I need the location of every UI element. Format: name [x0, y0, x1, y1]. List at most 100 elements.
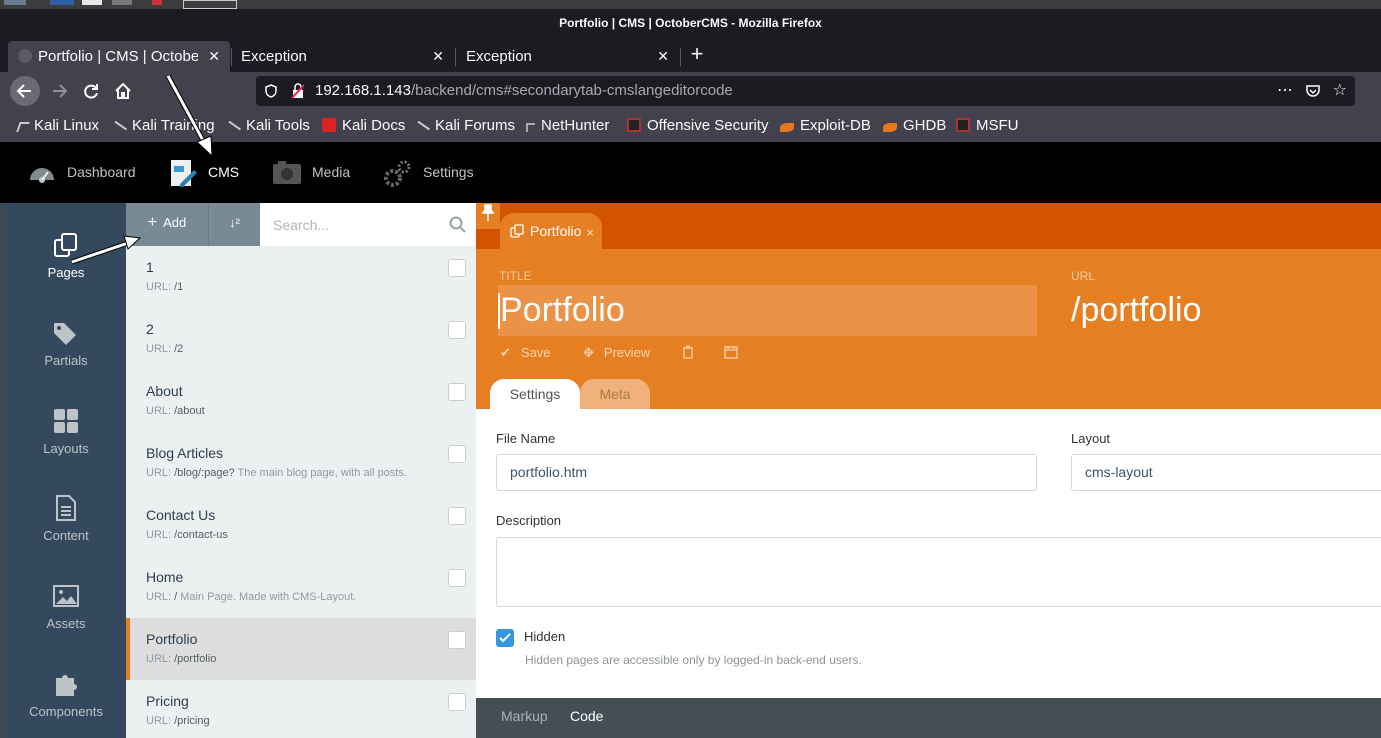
forward-arrow-icon — [53, 84, 68, 98]
delete-button[interactable] — [682, 345, 694, 362]
bookmark-label: Kali Tools — [246, 117, 310, 134]
nav-label: Media — [312, 164, 351, 180]
page-checkbox[interactable] — [448, 693, 466, 711]
list-item[interactable]: 2 URL: /2 — [126, 308, 476, 370]
sidebar-item-layouts[interactable]: Layouts — [6, 407, 126, 495]
nav-label: CMS — [208, 164, 240, 180]
search-input[interactable] — [260, 203, 440, 246]
page-checkbox[interactable] — [448, 507, 466, 525]
bookmark-nethunter[interactable]: NetHunter — [526, 110, 609, 142]
crosshair-icon: ✥ — [583, 345, 594, 360]
layout-select[interactable]: cms-layout — [1071, 454, 1381, 491]
schedule-button[interactable] — [724, 345, 738, 362]
file-name-field[interactable]: portfolio.htm — [496, 454, 1037, 491]
page-title: 1 — [146, 259, 154, 275]
pin-icon[interactable] — [476, 203, 500, 229]
page-checkbox[interactable] — [448, 445, 466, 463]
url-host: 192.168.1.143 — [315, 82, 411, 99]
bookmark-label: Kali Docs — [342, 117, 406, 134]
bookmark-kali-training[interactable]: Kali Training — [110, 110, 215, 142]
back-button[interactable] — [10, 76, 40, 106]
bookmarks-toolbar: Kali Linux Kali Training Kali Tools Kali… — [0, 110, 1381, 142]
bookmark-msfu[interactable]: MSFU — [956, 110, 1019, 142]
page-title: 2 — [146, 321, 154, 337]
editor-tab-portfolio[interactable]: Portfolio × — [500, 213, 602, 249]
bookmark-kali-forums[interactable]: Kali Forums — [413, 110, 516, 142]
sidebar-item-components[interactable]: Components — [6, 670, 126, 738]
tab-code[interactable]: Code — [570, 698, 603, 738]
browser-tab-portfolio[interactable]: Portfolio | CMS | October ✕ — [8, 41, 230, 72]
plus-icon: + — [147, 214, 158, 231]
settings-gears-icon — [384, 160, 411, 188]
bookmark-kali-linux[interactable]: Kali Linux — [16, 110, 99, 142]
page-checkbox[interactable] — [448, 569, 466, 587]
browser-tab-exception-1[interactable]: Exception ✕ — [231, 41, 454, 72]
bookmark-kali-docs[interactable]: Kali Docs — [322, 110, 405, 142]
sort-button[interactable]: ↓² — [208, 203, 260, 246]
sidebar-item-content[interactable]: Content — [6, 494, 126, 582]
sidebar-label: Partials — [44, 353, 88, 368]
page-editor: Portfolio × TITLE URL Portfolio /portfol… — [476, 203, 1381, 738]
list-item[interactable]: Home URL: / Main Page. Made with CMS-Lay… — [126, 556, 476, 618]
page-checkbox[interactable] — [448, 631, 466, 649]
cms-sidebar: Pages Partials Layouts Content Assets Co… — [6, 203, 126, 738]
home-button[interactable] — [108, 76, 138, 106]
back-arrow-icon — [16, 84, 31, 98]
list-item[interactable]: Blog Articles URL: /blog/:page? The main… — [126, 432, 476, 494]
hidden-checkbox[interactable] — [496, 629, 514, 647]
url-bar[interactable]: 192.168.1.143/backend/cms#secondarytab-c… — [256, 76, 1355, 106]
sidebar-item-partials[interactable]: Partials — [6, 319, 126, 407]
reload-button[interactable] — [76, 76, 106, 106]
close-icon[interactable]: ✕ — [432, 41, 444, 72]
close-icon[interactable]: ✕ — [208, 41, 220, 72]
list-item-selected[interactable]: Portfolio URL: /portfolio — [126, 618, 476, 680]
nav-media[interactable]: Media — [272, 142, 350, 203]
sidebar-item-pages[interactable]: Pages — [6, 231, 126, 319]
search-icon[interactable] — [449, 216, 466, 233]
checkmark-icon — [499, 633, 511, 643]
nav-cms[interactable]: CMS — [168, 142, 239, 203]
tab-markup[interactable]: Markup — [501, 698, 548, 738]
title-input[interactable]: Portfolio — [498, 285, 1037, 336]
url-input[interactable]: /portfolio — [1071, 291, 1201, 330]
bookmark-star-icon[interactable]: ☆ — [1333, 76, 1347, 106]
october-main-nav: Dashboard CMS Media Settings — [0, 142, 1381, 203]
list-item[interactable]: Contact Us URL: /contact-us — [126, 494, 476, 556]
tab-settings[interactable]: Settings — [490, 379, 580, 409]
browser-tab-exception-2[interactable]: Exception ✕ — [456, 41, 679, 72]
list-item[interactable]: Pricing URL: /pricing — [126, 680, 476, 738]
bookmark-label: Kali Forums — [435, 117, 516, 134]
offsec-icon — [956, 118, 970, 132]
window-title: Portfolio | CMS | OctoberCMS - Mozilla F… — [0, 9, 1381, 38]
close-icon[interactable]: ✕ — [657, 41, 669, 72]
page-actions-icon[interactable]: ⋯ — [1277, 76, 1293, 106]
bookmark-kali-tools[interactable]: Kali Tools — [224, 110, 310, 142]
nav-dashboard[interactable]: Dashboard — [27, 142, 136, 203]
page-checkbox[interactable] — [448, 259, 466, 277]
list-item[interactable]: 1 URL: /1 — [126, 246, 476, 308]
bookmark-label: GHDB — [903, 117, 947, 134]
bookmark-offensive-security[interactable]: Offensive Security — [627, 110, 768, 142]
bookmark-exploit-db[interactable]: Exploit-DB — [780, 110, 871, 142]
new-tab-button[interactable]: + — [686, 40, 708, 70]
nav-settings[interactable]: Settings — [383, 142, 474, 203]
bookmark-ghdb[interactable]: GHDB — [883, 110, 946, 142]
add-page-button[interactable]: + Add — [126, 203, 208, 246]
cms-editor-icon — [171, 160, 197, 188]
close-icon[interactable]: × — [586, 215, 594, 251]
list-item[interactable]: About URL: /about — [126, 370, 476, 432]
hidden-label[interactable]: Hidden — [524, 629, 565, 644]
forward-button[interactable] — [44, 76, 74, 106]
save-button[interactable]: ✔ Save — [500, 345, 551, 361]
preview-button[interactable]: ✥ Preview — [583, 345, 650, 361]
description-field[interactable] — [496, 537, 1381, 607]
hidden-help-text: Hidden pages are accessible only by logg… — [525, 653, 862, 667]
sidebar-item-assets[interactable]: Assets — [6, 582, 126, 670]
page-checkbox[interactable] — [448, 321, 466, 339]
tab-meta[interactable]: Meta — [580, 379, 650, 409]
kali-dragon-icon — [413, 120, 431, 136]
sidebar-label: Components — [29, 704, 103, 719]
page-checkbox[interactable] — [448, 383, 466, 401]
page-title: About — [146, 383, 183, 399]
pages-icon — [54, 233, 77, 257]
